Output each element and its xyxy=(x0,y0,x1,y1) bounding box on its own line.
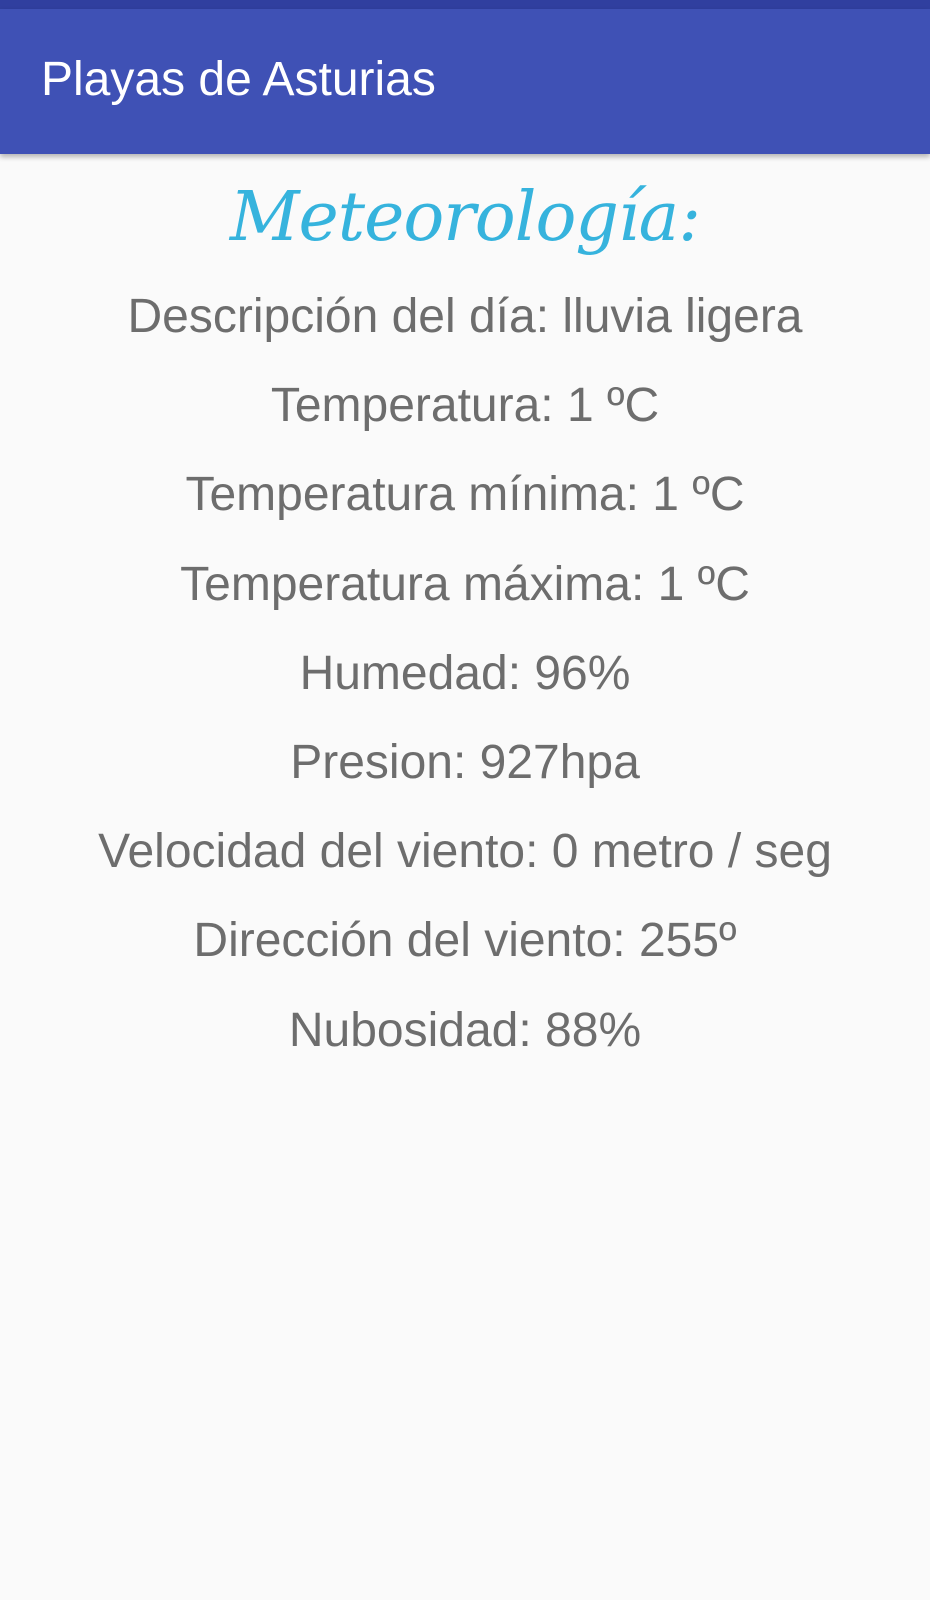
temperature: Temperatura: 1 ºC xyxy=(270,379,660,433)
humidity: Humedad: 96% xyxy=(299,646,631,700)
cloudiness: Nubosidad: 88% xyxy=(288,1003,642,1057)
status-bar xyxy=(0,0,930,9)
pressure: Presion: 927hpa xyxy=(290,735,640,789)
wind-direction: Dirección del viento: 255º xyxy=(193,914,737,968)
temperature-max: Temperatura máxima: 1 ºC xyxy=(180,557,750,611)
wind-speed: Velocidad del viento: 0 metro / seg xyxy=(98,825,832,879)
app-bar: Playas de Asturias xyxy=(0,9,930,154)
day-description: Descripción del día: lluvia ligera xyxy=(127,290,803,343)
app-title: Playas de Asturias xyxy=(41,53,436,106)
weather-details-list: Descripción del día: lluvia ligera Tempe… xyxy=(0,272,930,1075)
temperature-min: Temperatura mínima: 1 ºC xyxy=(185,468,745,522)
weather-heading: Meteorología: xyxy=(229,178,701,257)
weather-content: Meteorología: Descripción del día: lluvi… xyxy=(0,154,930,1600)
